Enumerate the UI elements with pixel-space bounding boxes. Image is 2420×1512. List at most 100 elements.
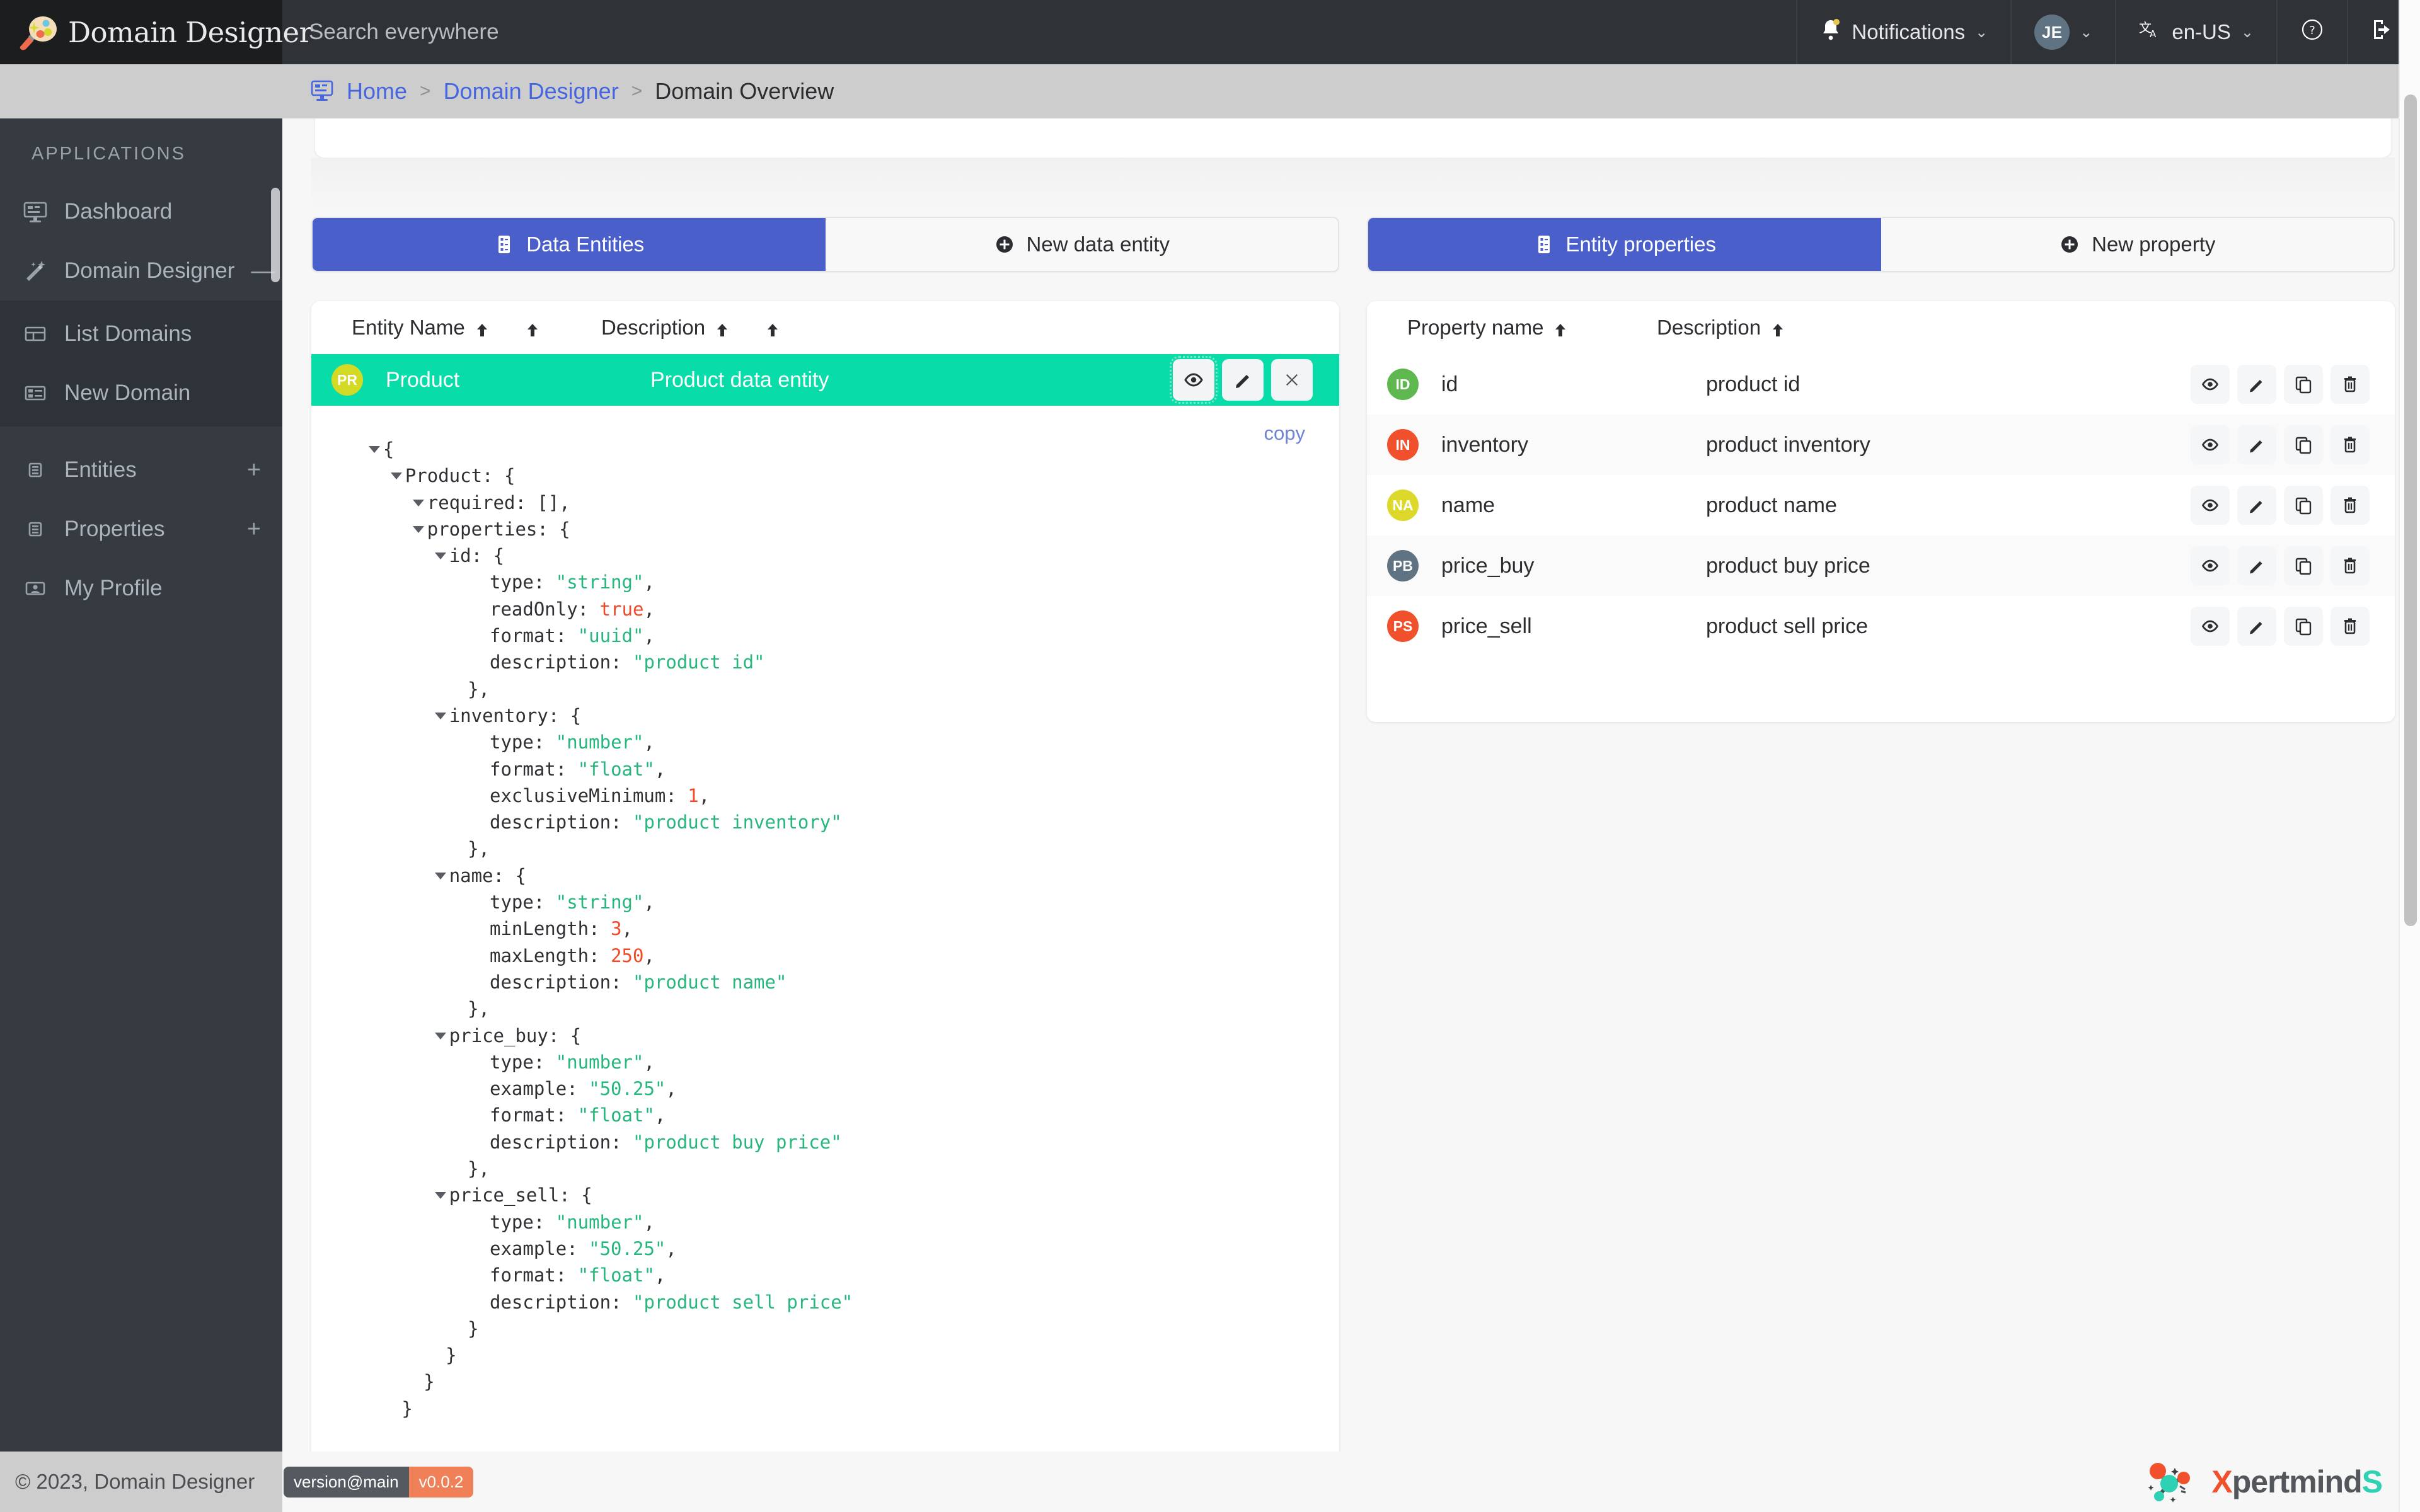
copy-property-button[interactable]	[2284, 546, 2323, 585]
sidebar-group-top: Dashboard Domain Designer —	[0, 182, 282, 301]
collapse-caret-icon[interactable]	[369, 446, 380, 453]
column-header-property-name[interactable]: Property name	[1407, 316, 1657, 340]
copy-icon	[2294, 435, 2313, 454]
scroll-up-button[interactable]	[311, 1443, 1339, 1452]
trash-property-button[interactable]	[2331, 546, 2370, 585]
collapse-caret-icon[interactable]	[435, 1192, 446, 1199]
sidebar-item-my-profile[interactable]: My Profile	[0, 559, 282, 618]
code-token: "uuid"	[578, 625, 644, 646]
code-token: description:	[490, 1131, 633, 1153]
sort-asc-icon[interactable]	[714, 319, 730, 336]
sidebar-item-list-domains[interactable]: List Domains	[0, 304, 282, 364]
column-header-entity-name[interactable]: Entity Name	[352, 316, 601, 340]
pencil-property-button[interactable]	[2237, 425, 2276, 464]
pencil-property-button[interactable]	[2237, 486, 2276, 525]
eye-property-button[interactable]	[2191, 546, 2230, 585]
pencil-property-button[interactable]	[2237, 607, 2276, 646]
sidebar-item-label: Entities	[64, 457, 231, 483]
sidebar-item-domain-designer[interactable]: Domain Designer —	[0, 241, 282, 301]
code-token: ,	[666, 1238, 676, 1259]
code-token: 3	[611, 918, 621, 939]
table-row[interactable]: PBprice_buyproduct buy price	[1367, 536, 2395, 596]
property-badge: PB	[1387, 550, 1419, 581]
collapse-caret-icon[interactable]	[435, 553, 446, 559]
pencil-property-button[interactable]	[2237, 546, 2276, 585]
notifications-button[interactable]: Notifications ⌄	[1796, 0, 2010, 64]
view-entity-button[interactable]	[1173, 359, 1214, 401]
sort-desc-icon[interactable]	[764, 319, 781, 336]
collapse-caret-icon[interactable]	[413, 526, 424, 533]
code-line: {	[347, 436, 1339, 462]
table-row[interactable]: PR Product Product data entity	[311, 354, 1339, 406]
language-selector[interactable]: 文 A en-US ⌄	[2115, 0, 2276, 64]
trash-property-button[interactable]	[2331, 486, 2370, 525]
code-line: inventory: {	[347, 702, 1339, 729]
breadcrumb-item-domain-designer[interactable]: Domain Designer	[444, 78, 619, 105]
column-header-description[interactable]: Description	[601, 316, 781, 340]
code-token: "product buy price"	[633, 1131, 842, 1153]
user-menu-button[interactable]: JE ⌄	[2010, 0, 2115, 64]
collapse-caret-icon[interactable]	[435, 873, 446, 879]
vendor-name-s: S	[2362, 1464, 2382, 1499]
sidebar-item-dashboard[interactable]: Dashboard	[0, 182, 282, 241]
entity-description: Product data entity	[650, 368, 829, 392]
sort-asc-icon[interactable]	[474, 319, 490, 336]
logout-icon	[2371, 18, 2394, 47]
eye-property-button[interactable]	[2191, 607, 2230, 646]
copy-property-button[interactable]	[2284, 425, 2323, 464]
page-scrollbar-thumb[interactable]	[2404, 94, 2417, 926]
add-icon[interactable]: +	[247, 517, 261, 541]
collapse-caret-icon[interactable]	[435, 713, 446, 719]
property-description: product sell price	[1706, 614, 1868, 639]
page-scrollbar[interactable]	[2399, 0, 2420, 1512]
tab-new-property[interactable]: New property	[1881, 218, 2394, 271]
copy-property-button[interactable]	[2284, 607, 2323, 646]
sidebar-scrollbar[interactable]	[271, 188, 280, 282]
sidebar-item-properties[interactable]: Properties +	[0, 500, 282, 559]
table-row[interactable]: NAnameproduct name	[1367, 475, 2395, 536]
collapse-caret-icon[interactable]	[391, 472, 402, 479]
code-token: true	[600, 598, 644, 620]
column-header-description[interactable]: Description	[1657, 316, 1786, 340]
sidebar-item-entities[interactable]: Entities +	[0, 440, 282, 500]
code-token: inventory: {	[449, 705, 582, 726]
tab-entity-properties[interactable]: Entity properties	[1368, 218, 1881, 271]
table-row[interactable]: PSprice_sellproduct sell price	[1367, 596, 2395, 656]
code-line: },	[347, 995, 1339, 1022]
trash-property-button[interactable]	[2331, 425, 2370, 464]
code-line: }	[347, 1395, 1339, 1422]
table-row[interactable]: IDidproduct id	[1367, 354, 2395, 415]
tab-data-entities[interactable]: Data Entities	[313, 218, 826, 271]
sort-asc-icon[interactable]	[1770, 319, 1786, 336]
collapse-caret-icon[interactable]	[435, 1033, 446, 1040]
search-input[interactable]	[309, 20, 826, 45]
code-token: type:	[490, 731, 556, 753]
eye-property-button[interactable]	[2191, 486, 2230, 525]
eye-property-button[interactable]	[2191, 425, 2230, 464]
sort-asc-icon[interactable]	[1552, 319, 1569, 336]
collapse-caret-icon[interactable]	[413, 500, 424, 507]
scroll-fade	[311, 158, 2395, 212]
brand[interactable]: Domain Designer	[0, 0, 282, 64]
entity-list-icon	[1533, 234, 1555, 255]
help-button[interactable]: ?	[2276, 0, 2347, 64]
close-entity-button[interactable]	[1271, 359, 1313, 401]
pencil-property-button[interactable]	[2237, 365, 2276, 404]
code-token: "number"	[556, 1051, 644, 1073]
tab-label: Entity properties	[1566, 232, 1716, 256]
eye-property-button[interactable]	[2191, 365, 2230, 404]
trash-property-button[interactable]	[2331, 365, 2370, 404]
breadcrumb-item-home[interactable]: Home	[347, 78, 407, 105]
copy-button[interactable]: copy	[1264, 422, 1305, 445]
breadcrumb-separator: >	[631, 81, 643, 102]
tab-new-data-entity[interactable]: New data entity	[826, 218, 1339, 271]
trash-property-button[interactable]	[2331, 607, 2370, 646]
sidebar-item-new-domain[interactable]: New Domain	[0, 364, 282, 423]
sort-desc-icon[interactable]	[524, 319, 541, 336]
copy-property-button[interactable]	[2284, 486, 2323, 525]
copy-property-button[interactable]	[2284, 365, 2323, 404]
table-row[interactable]: INinventoryproduct inventory	[1367, 415, 2395, 475]
add-icon[interactable]: +	[247, 458, 261, 482]
edit-entity-button[interactable]	[1222, 359, 1264, 401]
code-line: },	[347, 1155, 1339, 1182]
